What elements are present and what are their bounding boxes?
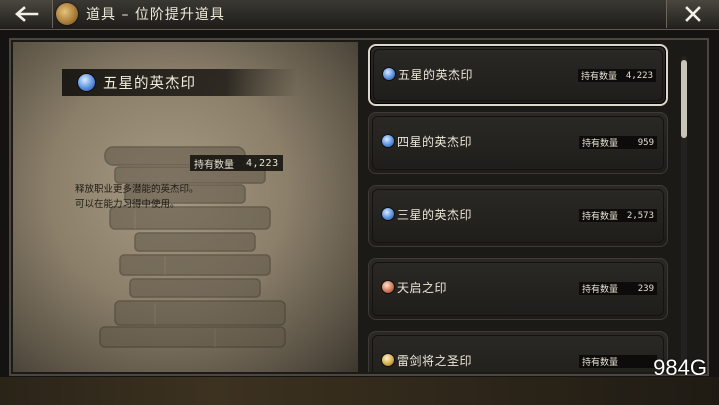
quantity-label: 持有数量 [580, 72, 617, 82]
quantity-label: 持有数量 [581, 139, 618, 149]
item-name: 五星的英杰印 [398, 68, 474, 82]
page-title: 道具 – 位阶提升道具 [86, 7, 225, 23]
description-line: 可以在能力习得中使用。 [75, 199, 180, 210]
close-button[interactable] [666, 0, 719, 28]
blue-gem-icon [78, 74, 95, 91]
blue-gem-icon [382, 135, 394, 147]
item-list: 五星的英杰印 持有数量 4,223 四星的英杰印 持有数量 959 三星的英杰印… [360, 42, 676, 372]
list-item[interactable]: 五星的英杰印 持有数量 4,223 [368, 44, 668, 106]
quantity-value: 2,573 [626, 210, 654, 221]
close-icon [685, 6, 701, 22]
back-button[interactable] [0, 0, 53, 28]
item-name: 三星的英杰印 [397, 208, 473, 222]
list-item[interactable]: 雷剑将之圣印 持有数量 [368, 331, 668, 372]
arrow-left-icon [15, 6, 39, 22]
description-line: 释放职业更多潜能的英杰印。 [75, 184, 199, 195]
quantity-value: 4,223 [625, 70, 653, 81]
watermark: 984G [653, 355, 707, 380]
category-emblem-icon [56, 3, 78, 25]
list-item[interactable]: 四星的英杰印 持有数量 959 [368, 112, 668, 174]
detail-name-banner: 五星的英杰印 [62, 69, 297, 96]
copper-gem-icon [382, 281, 394, 293]
quantity-value: 4,223 [246, 157, 279, 169]
scrollbar-thumb[interactable] [681, 60, 687, 138]
item-quantity: 持有数量 4,223 [577, 69, 656, 82]
detail-quantity-badge: 持有数量 4,223 [190, 155, 283, 171]
item-name: 天启之印 [397, 281, 448, 295]
quantity-value: 959 [637, 137, 654, 148]
item-name: 四星的英杰印 [397, 135, 473, 149]
detail-item-name: 五星的英杰印 [103, 76, 196, 92]
item-quantity: 持有数量 959 [578, 136, 657, 149]
quantity-label: 持有数量 [194, 159, 234, 171]
item-name: 雷剑将之圣印 [397, 354, 473, 368]
list-item[interactable]: 三星的英杰印 持有数量 2,573 [368, 185, 668, 247]
detail-description: 释放职业更多潜能的英杰印。 可以在能力习得中使用。 [75, 182, 275, 212]
quantity-label: 持有数量 [581, 358, 618, 368]
item-quantity: 持有数量 [578, 355, 657, 368]
gold-gem-icon [382, 354, 394, 366]
top-bar: 道具 – 位阶提升道具 [0, 0, 719, 30]
item-quantity: 持有数量 2,573 [578, 209, 657, 222]
quantity-label: 持有数量 [581, 212, 618, 222]
item-quantity: 持有数量 239 [578, 282, 657, 295]
quantity-value: 239 [637, 283, 654, 294]
bottom-decoration [0, 377, 719, 405]
blue-gem-icon [383, 68, 395, 80]
list-item[interactable]: 天启之印 持有数量 239 [368, 258, 668, 320]
blue-gem-icon [382, 208, 394, 220]
quantity-label: 持有数量 [581, 285, 618, 295]
